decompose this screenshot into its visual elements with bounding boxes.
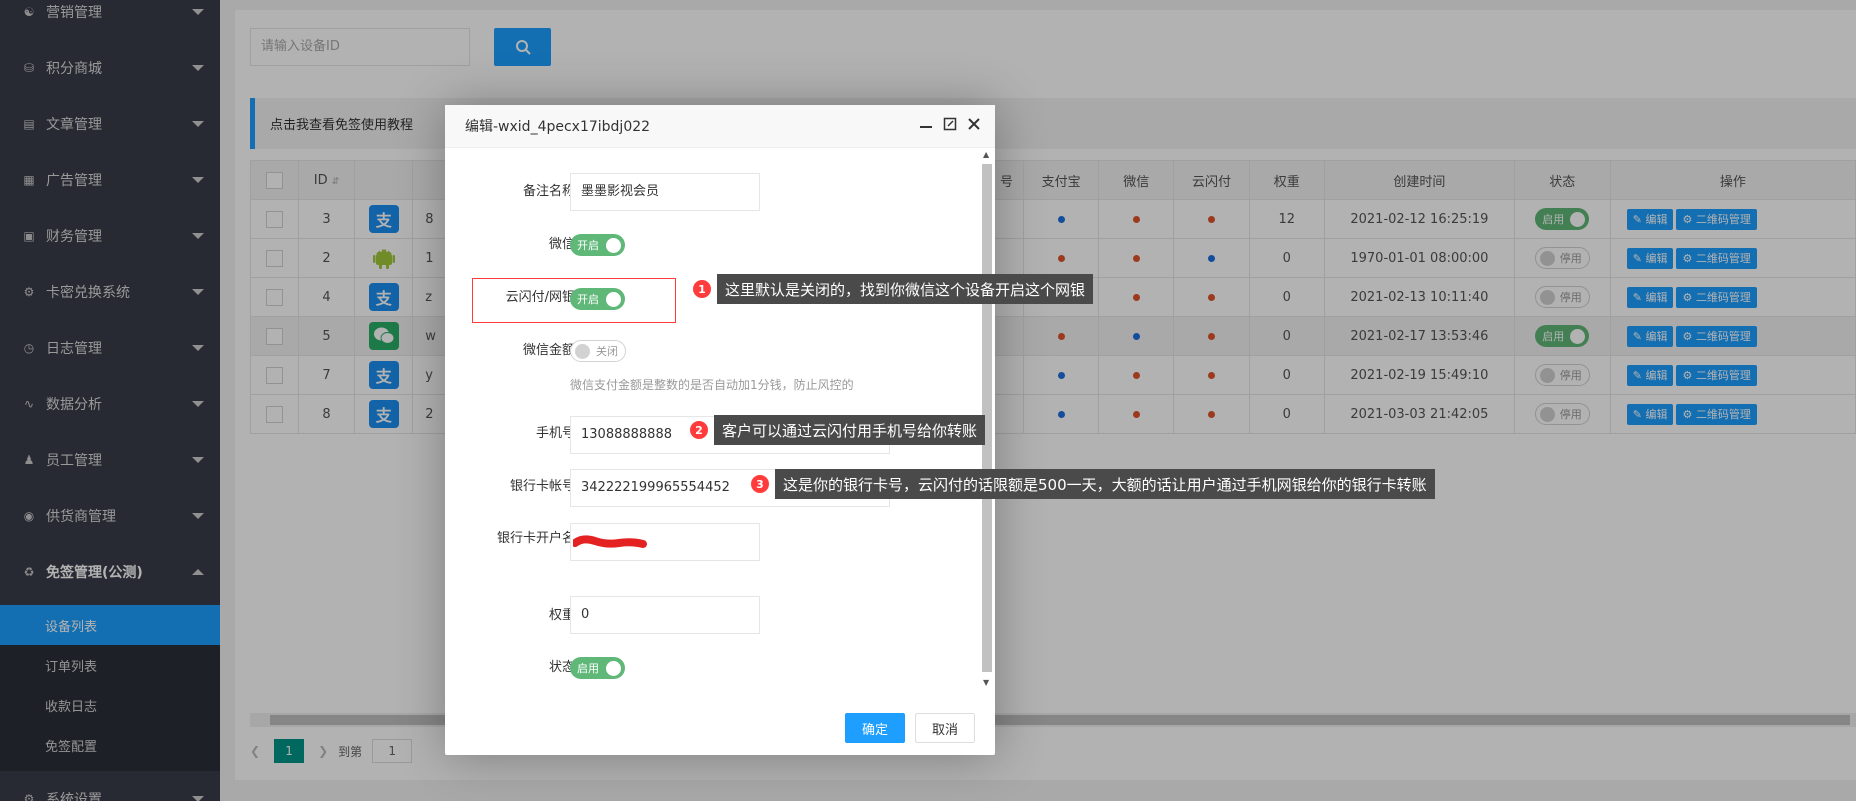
holder-input[interactable] [570, 523, 760, 561]
status-switch[interactable]: 启用 [570, 657, 625, 679]
minimize-icon[interactable] [919, 117, 933, 131]
scroll-down-icon[interactable]: ▼ [983, 678, 989, 687]
switch-knob [606, 660, 621, 676]
ysf-label: 云闪付/网银 [505, 290, 575, 305]
weight-label: 权重 [548, 608, 575, 623]
dialog-footer: 确定 取消 [445, 695, 995, 755]
annotation-text: 这是你的银行卡号，云闪付的话限额是500一天，大额的话让用户通过手机网银给你的银… [775, 469, 1435, 499]
switch-text: 关闭 [596, 345, 618, 358]
switch-text: 启用 [577, 662, 599, 675]
status-label: 状态 [548, 660, 575, 675]
switch-knob [606, 291, 621, 307]
close-icon[interactable] [967, 117, 981, 131]
amount-label: 微信金额 [522, 343, 575, 358]
annotation-number: 3 [751, 475, 769, 493]
amount-switch[interactable]: 关闭 [570, 340, 626, 362]
weight-value: 0 [581, 607, 590, 622]
annotation-text: 这里默认是关闭的，找到你微信这个设备开启这个网银 [717, 274, 1094, 304]
holder-label: 银行卡开户名 [496, 531, 575, 546]
annotation-text: 客户可以通过云闪付用手机号给你转账 [714, 415, 986, 445]
wechat-label: 微信 [548, 237, 575, 252]
wechat-switch[interactable]: 开启 [570, 234, 625, 256]
ysf-switch[interactable]: 开启 [570, 288, 625, 310]
phone-label: 手机号 [535, 426, 575, 441]
dialog-header: 编辑-wxid_4pecx17ibdj022 [445, 105, 995, 148]
remark-label: 备注名称 [522, 184, 575, 199]
scroll-up-icon[interactable]: ▲ [983, 150, 989, 159]
annotation-number: 2 [690, 421, 708, 439]
annotation-2: 2 客户可以通过云闪付用手机号给你转账 [690, 415, 986, 445]
redaction-mark [573, 535, 647, 548]
bank-value: 342222199965554452 [581, 480, 730, 495]
phone-value: 13088888888 [581, 427, 672, 442]
annotation-1: 1 这里默认是关闭的，找到你微信这个设备开启这个网银 [693, 274, 1094, 304]
remark-value: 墨墨影视会员 [581, 184, 660, 199]
switch-knob [575, 343, 590, 359]
bank-label: 银行卡帐号 [509, 479, 575, 494]
switch-text: 开启 [577, 239, 599, 252]
amount-hint: 微信支付金额是整数的是否自动加1分钱，防止风控的 [570, 378, 854, 392]
maximize-icon[interactable] [943, 117, 957, 131]
switch-text: 开启 [577, 293, 599, 306]
confirm-button[interactable]: 确定 [845, 713, 905, 743]
weight-input[interactable]: 0 [570, 596, 760, 634]
annotation-3: 3 这是你的银行卡号，云闪付的话限额是500一天，大额的话让用户通过手机网银给你… [751, 469, 1435, 499]
annotation-number: 1 [693, 280, 711, 298]
switch-knob [606, 237, 621, 253]
remark-input[interactable]: 墨墨影视会员 [570, 173, 760, 211]
dialog-title: 编辑-wxid_4pecx17ibdj022 [465, 119, 651, 135]
cancel-button[interactable]: 取消 [915, 713, 975, 743]
